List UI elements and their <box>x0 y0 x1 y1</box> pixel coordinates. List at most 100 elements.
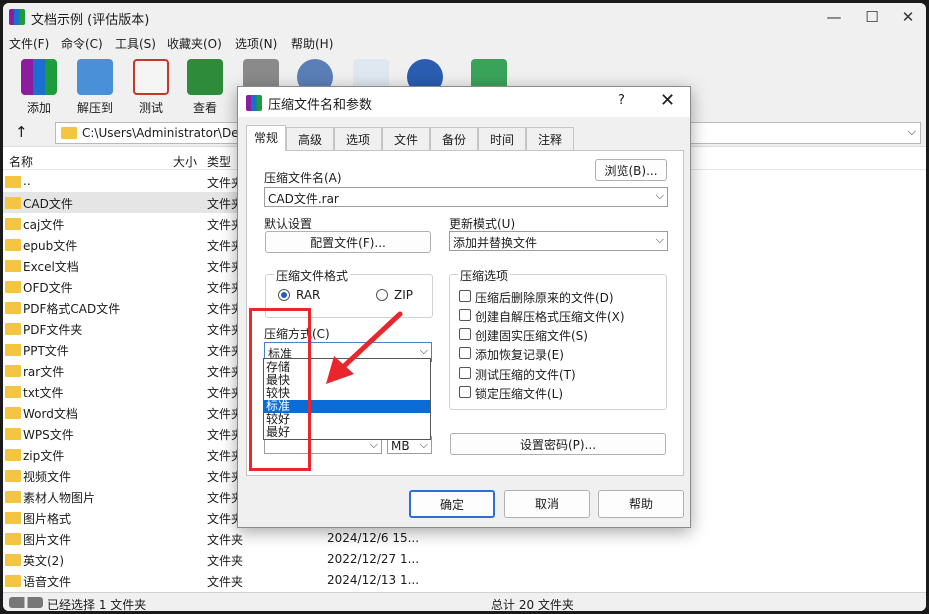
book-icon <box>187 59 223 95</box>
folder-icon <box>61 127 77 139</box>
folder-icon <box>5 512 21 524</box>
chevron-down-icon[interactable]: ⌵ <box>420 344 428 358</box>
file-name: 图片文件 <box>23 533 72 547</box>
profiles-button[interactable]: 配置文件(F)... <box>265 231 431 253</box>
menu-bar: 文件(F) 命令(C) 工具(S) 收藏夹(O) 选项(N) 帮助(H) <box>3 31 926 53</box>
options-group-title: 压缩选项 <box>458 267 511 284</box>
option-label: 创建自解压格式压缩文件(X) <box>475 310 625 324</box>
extract-folder-icon <box>77 59 113 95</box>
archive-name-input[interactable]: CAD文件.rar ⌵ <box>264 187 668 207</box>
folder-icon <box>5 344 21 356</box>
chevron-down-icon[interactable]: ⌵ <box>656 233 664 247</box>
tab-time[interactable]: 时间 <box>478 127 526 150</box>
update-mode-select[interactable]: 添加并替换文件 ⌵ <box>449 231 668 251</box>
table-row[interactable]: 英文(2) 文件夹 2022/12/27 1... <box>3 549 443 570</box>
annotation-highlight-box <box>249 308 311 471</box>
option-label: 测试压缩的文件(T) <box>475 368 576 382</box>
file-type: 文件夹 <box>207 575 244 589</box>
menu-options[interactable]: 选项(N) <box>235 35 277 52</box>
cancel-button[interactable]: 取消 <box>504 490 590 518</box>
view-button[interactable]: 查看 <box>179 57 231 117</box>
file-type: 文件夹 <box>207 554 244 568</box>
option-checkbox[interactable] <box>459 290 471 302</box>
folder-icon <box>5 323 21 335</box>
status-drive-icon <box>9 597 43 608</box>
address-path: C:\Users\Administrator\Des <box>82 126 245 140</box>
table-row[interactable]: 图片文件 文件夹 2024/12/6 15... <box>3 528 443 549</box>
add-label: 添加 <box>26 101 51 115</box>
tab-general[interactable]: 常规 <box>246 125 286 151</box>
file-type: 文件夹 <box>207 533 244 547</box>
dialog-title-bar: 压缩文件名和参数 ? ✕ <box>238 87 690 117</box>
archive-name-label: 压缩文件名(A) <box>264 171 342 185</box>
option-checkbox[interactable] <box>459 367 471 379</box>
menu-favorites[interactable]: 收藏夹(O) <box>167 35 222 52</box>
file-name: OFD文件 <box>23 281 73 295</box>
option-label: 创建固实压缩文件(S) <box>475 329 588 343</box>
file-name: rar文件 <box>23 365 65 379</box>
rar-radio[interactable] <box>278 289 290 301</box>
status-bar: 已经选择 1 文件夹 总计 20 文件夹 <box>3 592 926 611</box>
view-label: 查看 <box>192 101 217 115</box>
column-type[interactable]: 类型 <box>207 153 231 170</box>
file-name: txt文件 <box>23 386 64 400</box>
extract-button[interactable]: 解压到 <box>69 57 121 117</box>
menu-tools[interactable]: 工具(S) <box>115 35 156 52</box>
tab-backup[interactable]: 备份 <box>430 127 478 150</box>
test-button[interactable]: 测试 <box>125 57 177 117</box>
menu-command[interactable]: 命令(C) <box>61 35 103 52</box>
folder-icon <box>5 407 21 419</box>
dialog-help-icon[interactable]: ? <box>618 93 625 108</box>
menu-file[interactable]: 文件(F) <box>9 35 49 52</box>
winrar-dialog-icon <box>246 95 262 111</box>
chevron-down-icon[interactable]: ⌵ <box>370 438 378 452</box>
zip-radio[interactable] <box>376 289 388 301</box>
option-checkbox[interactable] <box>459 386 471 398</box>
tab-comment[interactable]: 注释 <box>526 127 574 150</box>
maximize-button[interactable]: ☐ <box>857 6 887 28</box>
column-size[interactable]: 大小 <box>173 153 197 170</box>
minimize-button[interactable]: — <box>819 6 849 28</box>
ok-button[interactable]: 确定 <box>409 490 495 518</box>
menu-help[interactable]: 帮助(H) <box>291 35 333 52</box>
rar-label: RAR <box>296 288 321 302</box>
folder-icon <box>5 302 21 314</box>
close-button[interactable]: ✕ <box>893 6 923 28</box>
chevron-down-icon[interactable]: ⌵ <box>908 125 916 139</box>
file-name: WPS文件 <box>23 428 74 442</box>
option-checkbox[interactable] <box>459 347 471 359</box>
folder-icon <box>5 197 21 209</box>
tab-advanced[interactable]: 高级 <box>286 127 334 150</box>
test-label: 测试 <box>138 101 163 115</box>
add-button[interactable]: 添加 <box>13 57 65 117</box>
browse-button[interactable]: 浏览(B)... <box>595 159 667 181</box>
table-row[interactable]: 语音文件 文件夹 2024/12/13 1... <box>3 570 443 591</box>
set-password-button[interactable]: 设置密码(P)... <box>450 433 666 455</box>
folder-icon <box>5 428 21 440</box>
folder-icon <box>5 239 21 251</box>
folder-icon <box>5 365 21 377</box>
update-mode-value: 添加并替换文件 <box>453 236 538 250</box>
file-date: 2024/12/13 1... <box>327 573 420 587</box>
option-label: 压缩后删除原来的文件(D) <box>475 291 614 305</box>
dialog-close-button[interactable]: ✕ <box>660 90 675 111</box>
help-button[interactable]: 帮助 <box>598 490 684 518</box>
file-name: PDF格式CAD文件 <box>23 302 121 316</box>
file-date: 2024/12/6 15... <box>327 531 420 545</box>
file-name: zip文件 <box>23 449 65 463</box>
file-name: caj文件 <box>23 218 65 232</box>
option-label: 锁定压缩文件(L) <box>475 387 564 401</box>
chevron-down-icon[interactable]: ⌵ <box>656 189 664 203</box>
column-name[interactable]: 名称 <box>9 153 33 170</box>
tab-files[interactable]: 文件 <box>382 127 430 150</box>
folder-icon <box>5 491 21 503</box>
folder-icon <box>5 449 21 461</box>
folder-icon <box>5 386 21 398</box>
chevron-down-icon[interactable]: ⌵ <box>420 438 428 452</box>
option-checkbox[interactable] <box>459 328 471 340</box>
tab-options[interactable]: 选项 <box>334 127 382 150</box>
up-arrow-icon[interactable]: ↑ <box>15 123 28 141</box>
options-group: 压缩选项 压缩后删除原来的文件(D) 创建自解压格式压缩文件(X) 创建固实压缩… <box>449 267 667 410</box>
checklist-icon <box>133 59 169 95</box>
option-checkbox[interactable] <box>459 309 471 321</box>
